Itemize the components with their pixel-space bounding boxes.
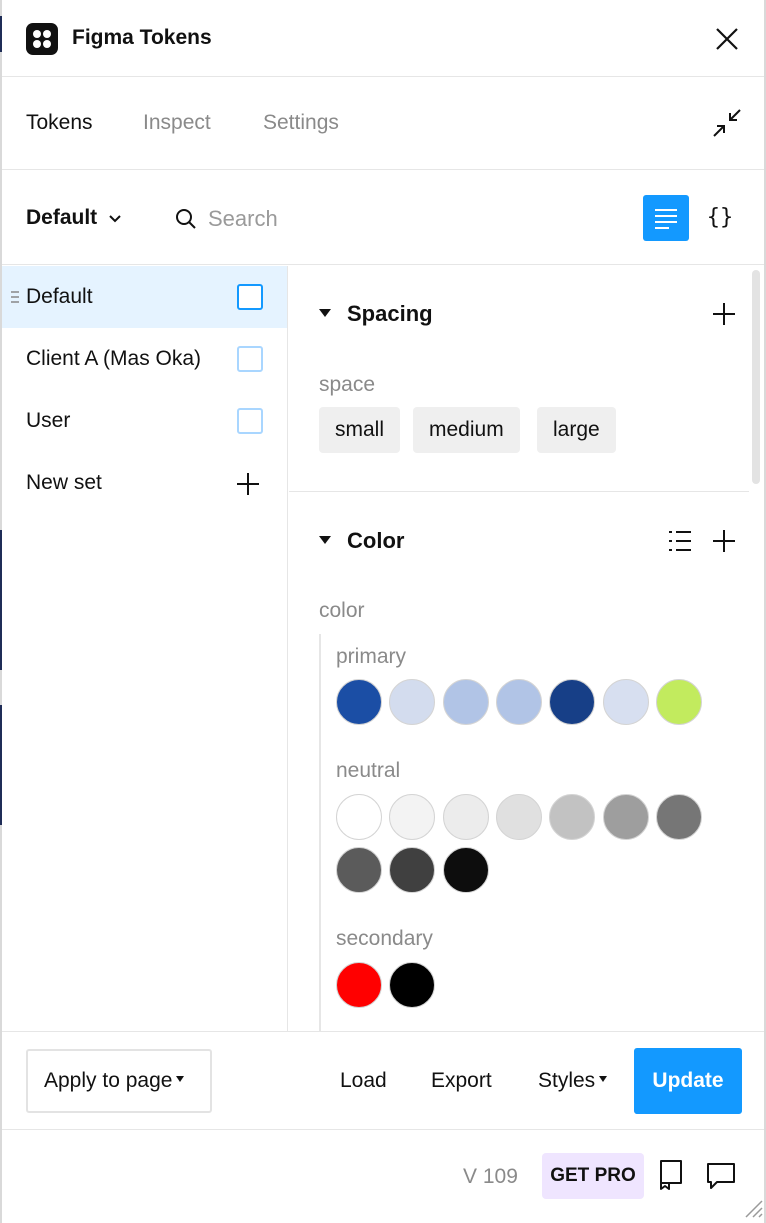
color-swatch-primary-3[interactable] <box>442 679 489 725</box>
color-section-title: Color <box>347 528 405 553</box>
color-swatch-neutral-6[interactable] <box>602 794 649 840</box>
minimize-icon[interactable] <box>710 106 744 140</box>
color-swatch-neutral-9[interactable] <box>389 847 436 893</box>
update-button[interactable]: Update <box>634 1048 742 1114</box>
resize-grip-icon[interactable] <box>742 1197 764 1219</box>
close-icon[interactable] <box>710 22 744 56</box>
color-swatch-neutral-2[interactable] <box>389 794 436 840</box>
color-swatch-neutral-7[interactable] <box>655 794 702 840</box>
token-set-label: Client A (Mas Oka) <box>26 347 202 370</box>
list-icon[interactable] <box>667 528 693 554</box>
new-set-label: New set <box>26 471 102 494</box>
color-swatch-secondary-1[interactable] <box>336 962 382 1008</box>
token-set-checkbox[interactable] <box>237 284 263 310</box>
caret-down-icon <box>319 309 331 318</box>
new-set-button[interactable]: New set <box>2 452 287 514</box>
spacing-section-toggle[interactable]: Spacing <box>319 301 433 327</box>
color-tree-line <box>319 634 321 1031</box>
styles-label: Styles <box>538 1069 596 1092</box>
token-chip-large[interactable]: large <box>537 407 616 453</box>
export-button[interactable]: Export <box>431 1069 492 1093</box>
spacing-section-title: Spacing <box>347 301 433 326</box>
theme-selector[interactable]: Default <box>26 206 123 230</box>
color-swatch-neutral-1[interactable] <box>336 794 382 840</box>
token-set-sidebar: Default Client A (Mas Oka) User New set <box>2 266 288 1031</box>
search-icon <box>176 209 196 229</box>
styles-dropdown[interactable]: Styles <box>538 1069 608 1093</box>
json-view-icon[interactable]: {} <box>702 201 738 237</box>
tab-tokens[interactable]: Tokens <box>26 111 93 135</box>
color-swatch-primary-4[interactable] <box>495 679 542 725</box>
title-bar: Figma Tokens <box>2 0 764 77</box>
tab-settings[interactable]: Settings <box>263 111 339 135</box>
color-swatch-primary-6[interactable] <box>602 679 649 725</box>
version-label: V 109 <box>463 1165 518 1188</box>
color-group-label: color <box>319 599 365 622</box>
status-bar: V 109 GET PRO <box>2 1131 764 1223</box>
token-set-checkbox[interactable] <box>237 408 263 434</box>
search-input[interactable] <box>208 203 458 235</box>
token-toolbar: Default {} <box>2 171 764 265</box>
section-divider <box>289 491 749 492</box>
dropdown-arrow-icon <box>176 1076 185 1083</box>
tab-inspect[interactable]: Inspect <box>143 111 211 135</box>
drag-handle-icon[interactable] <box>10 290 20 304</box>
list-view-icon[interactable] <box>643 195 689 241</box>
content-scrollbar[interactable] <box>752 270 760 484</box>
get-pro-button[interactable]: GET PRO <box>542 1153 644 1199</box>
color-swatch-neutral-4[interactable] <box>495 794 542 840</box>
color-swatch-secondary-2[interactable] <box>389 962 436 1008</box>
color-subgroup-neutral: neutral <box>336 759 401 782</box>
figma-tokens-logo-icon <box>26 23 58 55</box>
main-tabs: Tokens Inspect Settings <box>2 78 764 170</box>
chevron-down-icon <box>109 215 121 223</box>
color-swatch-primary-2[interactable] <box>389 679 436 725</box>
plus-icon[interactable] <box>234 470 262 498</box>
color-swatch-neutral-8[interactable] <box>336 847 382 893</box>
load-button[interactable]: Load <box>340 1069 387 1093</box>
caret-down-icon <box>319 536 331 545</box>
color-swatch-primary-1[interactable] <box>336 679 382 725</box>
color-subgroup-primary: primary <box>336 645 407 668</box>
token-chip-small[interactable]: small <box>319 407 401 453</box>
color-swatch-neutral-10[interactable] <box>442 847 489 893</box>
footer-bar: Apply to page Load Export Styles Update <box>2 1031 764 1130</box>
token-content: Spacing space small medium large Color c… <box>289 266 764 1031</box>
dropdown-arrow-icon <box>599 1076 608 1083</box>
color-subgroup-secondary: secondary <box>336 927 433 950</box>
color-swatch-primary-5[interactable] <box>549 679 596 725</box>
token-set-label: User <box>26 409 71 432</box>
token-set-default[interactable]: Default <box>2 266 287 328</box>
color-section-toggle[interactable]: Color <box>319 528 404 554</box>
token-set-client-a[interactable]: Client A (Mas Oka) <box>2 328 287 390</box>
apply-to-page-dropdown[interactable]: Apply to page <box>26 1049 212 1113</box>
app-title: Figma Tokens <box>72 26 212 49</box>
token-set-checkbox[interactable] <box>237 346 263 372</box>
docs-book-icon[interactable] <box>656 1158 686 1192</box>
color-swatch-neutral-5[interactable] <box>549 794 596 840</box>
feedback-chat-icon[interactable] <box>704 1159 738 1193</box>
token-set-user[interactable]: User <box>2 390 287 452</box>
add-spacing-token-icon[interactable] <box>710 300 738 328</box>
theme-selector-label: Default <box>26 206 98 229</box>
spacing-group-label: space <box>319 373 376 396</box>
color-swatch-primary-7[interactable] <box>655 679 702 725</box>
search-box <box>172 199 472 239</box>
apply-to-page-label: Apply to page <box>44 1069 173 1092</box>
token-chip-medium[interactable]: medium <box>413 407 520 453</box>
token-set-label: Default <box>26 285 93 308</box>
color-swatch-neutral-3[interactable] <box>442 794 489 840</box>
add-color-token-icon[interactable] <box>710 527 738 555</box>
